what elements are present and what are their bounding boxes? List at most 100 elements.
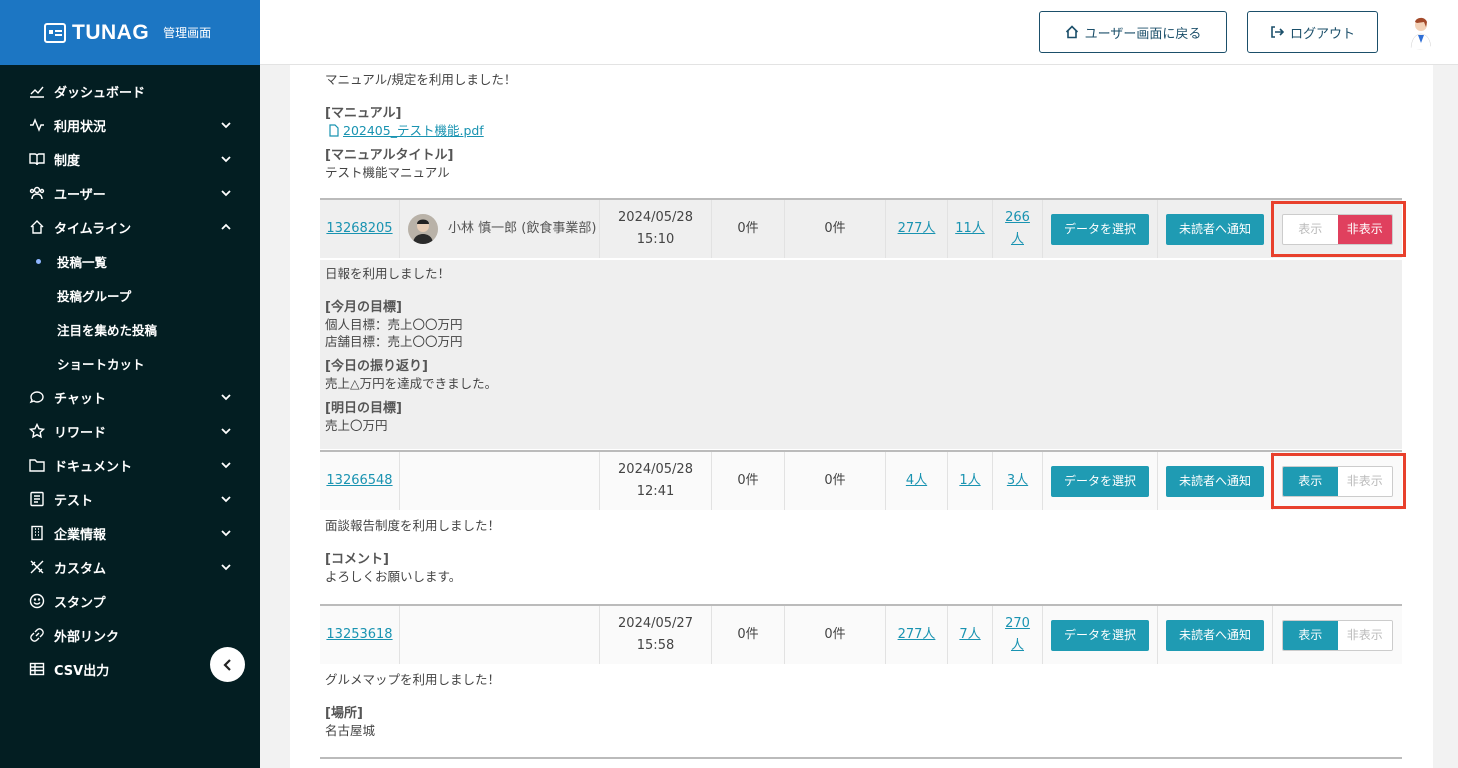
manual-file-name[interactable]: 202405_テスト機能.pdf [343, 122, 484, 139]
chevron-down-icon [220, 187, 232, 199]
sidebar-item-system[interactable]: 制度 [0, 142, 260, 176]
sidebar-subitem-popular-posts[interactable]: 注目を集めた投稿 [0, 312, 260, 346]
post-time: 15:10 [636, 232, 675, 247]
select-data-button[interactable]: データを選択 [1051, 213, 1149, 245]
visibility-toggle: 表示 非表示 [1282, 619, 1393, 651]
post-body-section-label: [今日の振り返り] [325, 359, 428, 374]
unread-count-link[interactable]: 266人 [1005, 207, 1031, 251]
building-icon [29, 525, 45, 541]
select-data-button[interactable]: データを選択 [1051, 465, 1149, 497]
sidebar-item-label: カスタム [54, 561, 107, 577]
recipients-cell: 277人 [886, 606, 948, 664]
post-body-line: 売上〇万円 [325, 418, 388, 433]
post-body-section-label: [コメント] [325, 552, 389, 567]
notify-unread-button[interactable]: 未読者へ通知 [1166, 213, 1264, 245]
logout-button-label: ログアウト [1289, 26, 1355, 42]
sidebar-collapse-button[interactable] [210, 647, 245, 682]
pulse-icon [29, 117, 45, 133]
post-body-line: 店舗目標：売上〇〇万円 [325, 334, 463, 349]
sidebar-item-users[interactable]: ユーザー [0, 176, 260, 210]
read-count-link[interactable]: 1人 [959, 470, 980, 492]
recipients-total-link[interactable]: 277人 [898, 624, 936, 646]
post-body-intro: マニュアル/規定を利用しました！ [325, 72, 517, 87]
chevron-down-icon [220, 391, 232, 403]
date-cell: 2024/05/28 15:10 [600, 200, 712, 258]
home-icon [29, 219, 45, 235]
chevron-down-icon [220, 527, 232, 539]
post-body-section-label: [場所] [325, 706, 363, 721]
post-date: 2024/05/27 [618, 616, 693, 631]
chevron-left-icon [222, 658, 231, 671]
sidebar-item-custom[interactable]: カスタム [0, 550, 260, 584]
logout-icon [1271, 26, 1284, 38]
read-cell: 11人 [948, 200, 993, 258]
table-icon [29, 661, 45, 677]
post-body: グルメマップを利用しました！ [場所] 名古屋城 [320, 666, 1402, 756]
recipients-cell: 4人 [886, 452, 948, 510]
date-cell: 2024/05/27 15:58 [600, 606, 712, 664]
hide-button[interactable]: 非表示 [1337, 620, 1392, 650]
post-body-line: テスト機能マニュアル [325, 165, 450, 180]
visibility-cell: 表示 非表示 [1273, 606, 1402, 664]
post-id-link[interactable]: 13266548 [326, 470, 392, 492]
table-row: 13266548 2024/05/28 12:41 0件 0件 4人 1人 3人 … [320, 450, 1402, 510]
brand-name: TUNAG [72, 20, 150, 44]
sidebar-nav: ダッシュボード 利用状況 制度 ユーザー タイムライン 投稿一覧 投稿グループ [0, 74, 260, 686]
user-screen-button[interactable]: ユーザー画面に戻る [1039, 11, 1227, 53]
top-header: ユーザー画面に戻る ログアウト [260, 0, 1458, 65]
recipients-total-link[interactable]: 4人 [906, 470, 927, 492]
sidebar-subitem-label: 投稿グループ [57, 288, 132, 304]
sidebar-item-test[interactable]: テスト [0, 482, 260, 516]
sidebar-item-document[interactable]: ドキュメント [0, 448, 260, 482]
select-data-cell: データを選択 [1043, 452, 1158, 510]
sidebar-subitem-post-list[interactable]: 投稿一覧 [0, 244, 260, 278]
sidebar-item-dashboard[interactable]: ダッシュボード [0, 74, 260, 108]
star-icon [29, 423, 45, 439]
unread-count-link[interactable]: 3人 [1007, 470, 1028, 492]
home-icon [1065, 25, 1078, 39]
unread-cell: 270人 [993, 606, 1043, 664]
chevron-down-icon [220, 119, 232, 131]
unread-count-link[interactable]: 270人 [1005, 613, 1031, 657]
count-cell: 0件 [712, 606, 785, 664]
sidebar-item-usage[interactable]: 利用状況 [0, 108, 260, 142]
sidebar-item-company[interactable]: 企業情報 [0, 516, 260, 550]
notify-unread-button[interactable]: 未読者へ通知 [1166, 619, 1264, 651]
recipients-total-link[interactable]: 277人 [898, 218, 936, 240]
sidebar-item-reward[interactable]: リワード [0, 414, 260, 448]
logout-button[interactable]: ログアウト [1247, 11, 1378, 53]
sidebar-subitem-shortcut[interactable]: ショートカット [0, 346, 260, 380]
sidebar-subitem-label: 投稿一覧 [57, 254, 108, 270]
brand-header[interactable]: TUNAG 管理画面 [0, 0, 260, 65]
avatar[interactable] [1402, 14, 1438, 50]
post-body-previous: マニュアル/規定を利用しました！ [マニュアル] 202405_テスト機能.pd… [320, 65, 1402, 197]
recipients-cell: 277人 [886, 200, 948, 258]
sidebar-item-chat[interactable]: チャット [0, 380, 260, 414]
post-body-section-label: [今月の目標] [325, 300, 402, 315]
notify-unread-button[interactable]: 未読者へ通知 [1166, 465, 1264, 497]
read-count-link[interactable]: 11人 [955, 218, 985, 240]
post-id-link[interactable]: 13268205 [326, 218, 392, 240]
tunag-logo-icon [44, 22, 66, 43]
user-screen-button-label: ユーザー画面に戻る [1084, 26, 1202, 42]
sidebar-item-label: CSV出力 [54, 663, 110, 679]
count-cell: 0件 [785, 200, 886, 258]
manual-file-link[interactable]: 202405_テスト機能.pdf [325, 122, 1402, 139]
select-data-button[interactable]: データを選択 [1051, 619, 1149, 651]
post-body-section-label: [マニュアルタイトル] [325, 148, 454, 163]
user-name: 小林 慎一郎 (飲食事業部) [448, 221, 597, 236]
count-cell: 0件 [712, 200, 785, 258]
post-id-link[interactable]: 13253618 [326, 624, 392, 646]
sidebar-item-label: テスト [54, 493, 94, 509]
sidebar-subitem-post-group[interactable]: 投稿グループ [0, 278, 260, 312]
sidebar-item-timeline[interactable]: タイムライン [0, 210, 260, 244]
avatar [408, 214, 438, 244]
read-count-link[interactable]: 7人 [959, 624, 980, 646]
count-cell: 0件 [712, 452, 785, 510]
unread-cell: 266人 [993, 200, 1043, 258]
chevron-down-icon [220, 425, 232, 437]
sidebar-item-stamp[interactable]: スタンプ [0, 584, 260, 618]
show-button[interactable]: 表示 [1283, 620, 1338, 650]
post-date: 2024/05/28 [618, 210, 693, 225]
chat-icon [29, 389, 45, 405]
